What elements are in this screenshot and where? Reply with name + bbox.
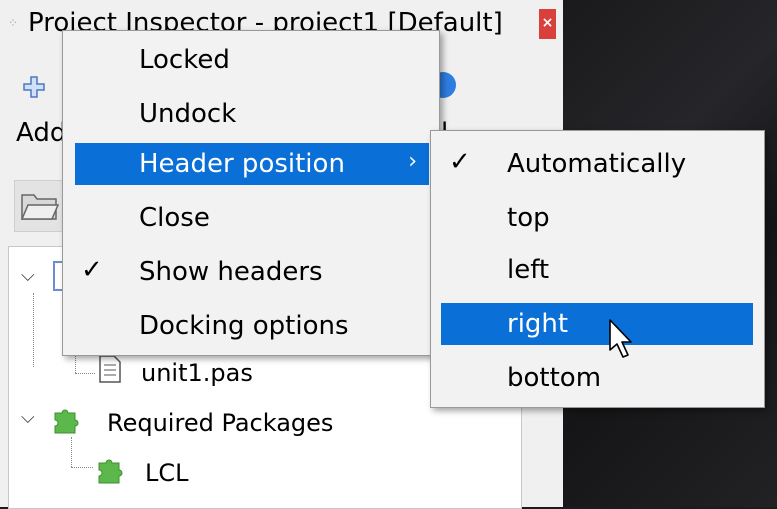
add-icon[interactable] (22, 75, 46, 99)
menu-item-label: Docking options (139, 311, 349, 341)
grip-icon[interactable]: ⁘ (8, 16, 18, 30)
file-icon (99, 355, 121, 383)
package-icon (98, 459, 123, 484)
menu-item-label: Close (139, 203, 210, 233)
menu-item-label: Header position (139, 149, 345, 179)
menu-item-label: Automatically (507, 149, 687, 179)
tree-guide (71, 467, 93, 468)
checkmark-icon: ✓ (449, 147, 471, 177)
menu-item-label: Show headers (139, 257, 323, 287)
menu-item-label: left (507, 255, 550, 285)
folder-icon (20, 194, 59, 220)
menu-item-docking-options[interactable]: Docking options (63, 305, 439, 347)
tree-item-lcl[interactable]: LCL (145, 459, 189, 487)
chevron-down-icon[interactable]: ⌵ (21, 265, 35, 286)
checkmark-icon: ✓ (81, 255, 103, 285)
menu-item-label: top (507, 203, 550, 233)
context-menu: Locked Undock Header position › Close ✓ … (62, 30, 440, 356)
tree-guide (75, 373, 95, 374)
package-icon (54, 409, 79, 434)
menu-item-automatically[interactable]: ✓ Automatically (431, 143, 764, 185)
header-position-submenu: ✓ Automatically top left right bottom (430, 130, 765, 408)
menu-item-left[interactable]: left (431, 249, 764, 291)
menu-item-close[interactable]: Close (63, 197, 439, 239)
tree-guide (33, 293, 34, 367)
menu-item-locked[interactable]: Locked (63, 39, 439, 81)
close-button[interactable]: × (539, 9, 556, 39)
menu-item-label: bottom (507, 363, 602, 393)
mouse-cursor-icon (609, 319, 632, 358)
menu-item-undock[interactable]: Undock (63, 93, 439, 135)
menu-item-right[interactable]: right (441, 303, 753, 345)
tree-item-unit1[interactable]: unit1.pas (141, 359, 253, 387)
add-button-label[interactable]: Add (16, 118, 66, 148)
menu-item-label: Locked (139, 45, 230, 75)
tree-guide (71, 437, 72, 467)
menu-item-top[interactable]: top (431, 197, 764, 239)
menu-item-label: Undock (139, 99, 237, 129)
tree-item-required-packages[interactable]: Required Packages (107, 409, 333, 437)
chevron-down-icon[interactable]: ⌵ (21, 407, 35, 428)
menu-item-label: right (507, 309, 569, 339)
chevron-right-icon: › (408, 149, 417, 174)
open-folder-button[interactable] (14, 180, 64, 232)
menu-item-header-position[interactable]: Header position › (75, 143, 429, 185)
menu-item-bottom[interactable]: bottom (431, 357, 764, 399)
menu-item-show-headers[interactable]: ✓ Show headers (63, 251, 439, 293)
